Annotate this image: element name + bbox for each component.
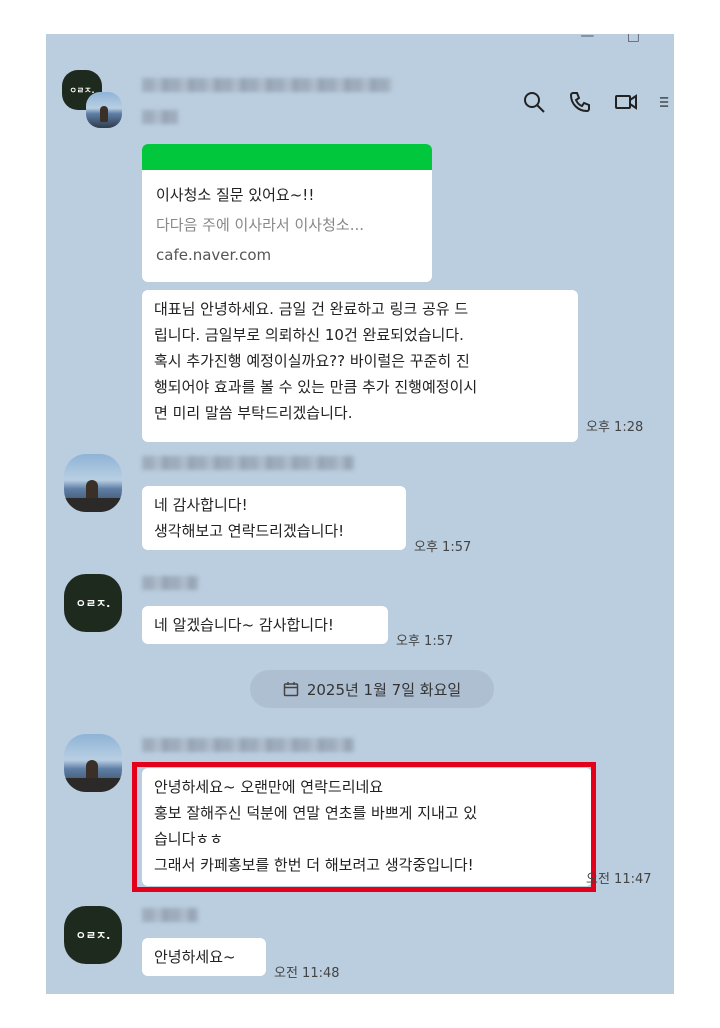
phone-icon[interactable]	[568, 90, 592, 114]
highlight-box	[132, 762, 596, 892]
date-divider: 2025년 1월 7일 화요일	[250, 670, 494, 708]
sender-name-blurred	[142, 738, 354, 752]
link-card-description: 다다음 주에 이사라서 이사청소...	[156, 216, 365, 234]
chat-title-blurred	[142, 78, 392, 92]
date-divider-label: 2025년 1월 7일 화요일	[306, 680, 462, 699]
sender-avatar-photo[interactable]	[64, 734, 122, 792]
chat-subtitle-blurred	[142, 110, 178, 124]
link-card-title: 이사청소 질문 있어요~!!	[156, 186, 315, 204]
message-time: 오후 1:57	[414, 540, 472, 555]
link-card-accent-bar	[142, 144, 432, 170]
sender-avatar-logo[interactable]: ㅇㄹㅈ.	[64, 574, 122, 632]
calendar-icon	[283, 682, 299, 697]
message-time: 오후 1:28	[586, 420, 644, 435]
message-time: 오전 11:47	[586, 872, 652, 887]
sender-name-blurred	[142, 908, 198, 922]
sender-avatar-logo[interactable]: ㅇㄹㅈ.	[64, 906, 122, 964]
sender-name-blurred	[142, 456, 354, 470]
header-toolbar	[522, 90, 674, 114]
message-bubble[interactable]: 대표님 안녕하세요. 금일 건 완료하고 링크 공유 드 립니다. 금일부로 의…	[142, 290, 578, 442]
video-icon[interactable]	[614, 90, 638, 114]
link-card-url: cafe.naver.com	[156, 246, 272, 264]
message-time: 오후 1:57	[396, 634, 454, 649]
sender-name-blurred	[142, 576, 198, 590]
message-bubble[interactable]: 네 감사합니다! 생각해보고 연락드리겠습니다!	[142, 486, 406, 550]
sender-avatar-photo[interactable]	[64, 454, 122, 512]
link-preview-card[interactable]: 이사청소 질문 있어요~!! 다다음 주에 이사라서 이사청소... cafe.…	[142, 144, 432, 282]
chat-window: — □ ㅇㄹㅈ. 이사청소 질문 있어요~!! 다다음 주에 이사라서 이사청소…	[46, 34, 674, 994]
message-bubble[interactable]: 네 알겠습니다~ 감사합니다!	[142, 606, 388, 644]
message-time: 오전 11:48	[274, 966, 340, 981]
message-bubble[interactable]: 안녕하세요~	[142, 938, 266, 976]
search-icon[interactable]	[522, 90, 546, 114]
group-avatar-photo[interactable]	[86, 92, 122, 128]
window-controls[interactable]: — □	[580, 34, 654, 44]
menu-icon[interactable]	[660, 90, 674, 114]
